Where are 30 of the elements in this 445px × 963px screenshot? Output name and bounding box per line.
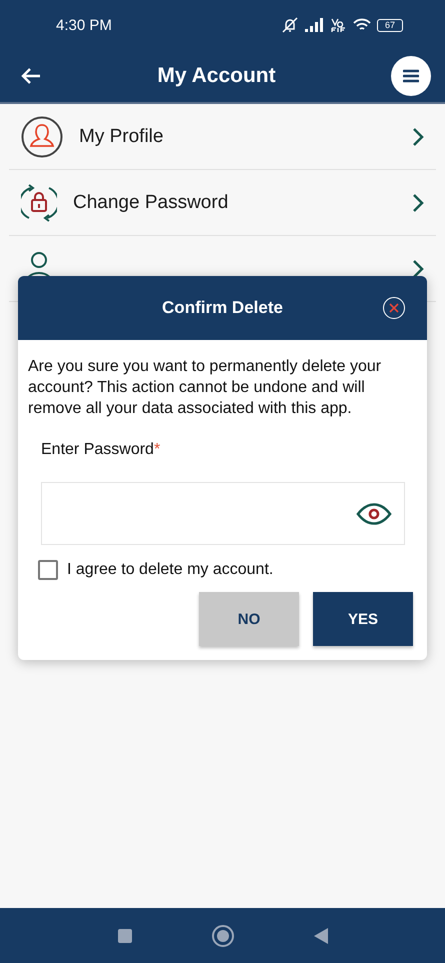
chevron-right-icon [412,126,424,146]
signal-icon [305,18,325,32]
password-label: Enter Password* [40,441,162,459]
agree-label: I agree to delete my account. [67,561,274,579]
vowifi-icon [331,17,347,33]
page-title: My Account [157,64,276,88]
status-time: 4:30 PM [56,16,112,34]
password-field[interactable] [41,482,405,545]
back-button[interactable] [20,67,42,85]
chevron-right-icon [412,258,424,278]
chevron-right-icon [412,192,424,212]
lock-refresh-icon [21,184,57,222]
menu-icon[interactable] [402,69,419,83]
menu-button[interactable] [390,56,431,96]
confirm-button[interactable]: YES [313,592,413,646]
wifi-icon [353,18,371,32]
profile-icon [21,116,63,158]
recents-icon[interactable] [116,928,132,944]
menu-item[interactable]: My Profile [9,104,436,170]
show-password-icon[interactable] [356,502,392,524]
home-icon[interactable] [210,924,234,948]
muted-bell-icon [281,17,299,33]
agree-checkbox[interactable] [38,560,58,580]
battery-icon: 67 [377,18,403,32]
dialog-message: Are you sure you want to permanently delete your account? This action cannot be undone and will remove all your data associated with this app. [28,357,382,419]
dialog-title: Confirm Delete [162,298,283,318]
back-nav-icon[interactable] [312,926,328,944]
cancel-button[interactable]: NO [199,592,299,646]
menu-item[interactable]: Change Password [9,170,436,236]
close-button[interactable] [383,297,405,319]
